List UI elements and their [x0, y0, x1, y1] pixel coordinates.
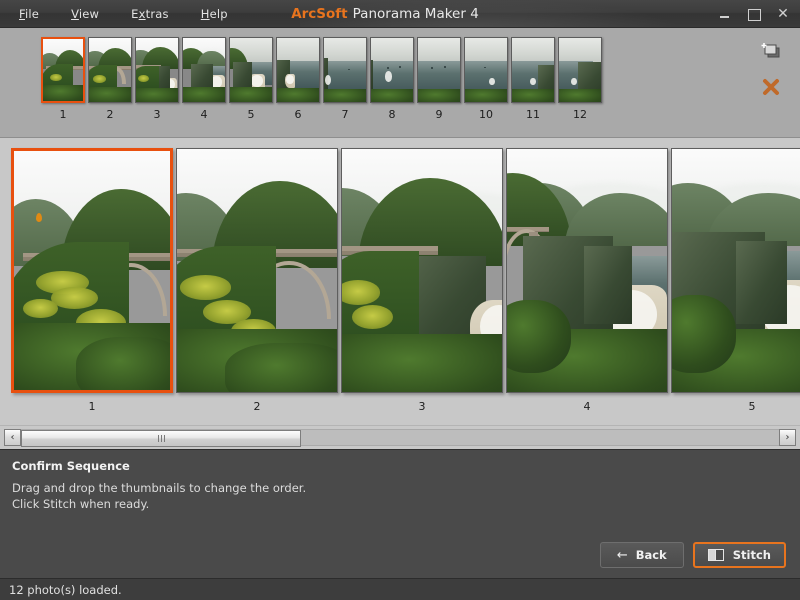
preview-image-5[interactable]: [671, 148, 800, 393]
preview-label-1: 1: [88, 400, 96, 413]
scroll-right-arrow-icon[interactable]: ›: [779, 429, 796, 446]
preview-item-1[interactable]: 1: [11, 148, 173, 413]
thumbnail-label-2: 2: [106, 108, 114, 121]
thumbnail-item-11[interactable]: 11: [511, 37, 555, 121]
thumbnail-image-3[interactable]: [135, 37, 179, 103]
thumbnail-label-8: 8: [388, 108, 396, 121]
menu-bar: File View Extras Help: [0, 5, 229, 23]
thumbnail-label-4: 4: [200, 108, 208, 121]
thumbnail-image-7[interactable]: [323, 37, 367, 103]
menu-extras-accel: x: [138, 6, 146, 21]
preview-item-4[interactable]: 4: [506, 148, 668, 413]
thumbnail-item-9[interactable]: 9: [417, 37, 461, 121]
thumbnail-label-7: 7: [341, 108, 349, 121]
thumbnail-image-11[interactable]: [511, 37, 555, 103]
instruction-line-1: Drag and drop the thumbnails to change t…: [12, 481, 307, 495]
menu-item-extras[interactable]: Extras: [130, 5, 170, 23]
menu-view-accel: V: [71, 6, 79, 21]
scrollbar-track[interactable]: [21, 429, 779, 447]
thumbnail-list: 1 2 3 4 5 6 7 8 9 10 11 12: [0, 28, 602, 121]
thumbnail-image-12[interactable]: [558, 37, 602, 103]
thumbnail-label-10: 10: [479, 108, 493, 121]
thumbnail-item-6[interactable]: 6: [276, 37, 320, 121]
status-bar: 12 photo(s) loaded.: [0, 578, 800, 600]
menu-file-rest: ile: [24, 6, 40, 21]
preview-image-2[interactable]: [176, 148, 338, 393]
thumbnail-label-12: 12: [573, 108, 587, 121]
thumbnail-item-4[interactable]: 4: [182, 37, 226, 121]
thumbnail-item-10[interactable]: 10: [464, 37, 508, 121]
scrollbar-grip-icon: [157, 435, 165, 442]
strip-tools: [760, 40, 782, 98]
close-icon[interactable]: ✕: [776, 7, 790, 21]
preview-area: 1 2 3 4 5: [0, 138, 800, 425]
menu-item-help[interactable]: Help: [200, 5, 229, 23]
thumbnail-label-1: 1: [59, 108, 67, 121]
thumbnail-image-10[interactable]: [464, 37, 508, 103]
thumbnail-image-6[interactable]: [276, 37, 320, 103]
thumbnail-item-3[interactable]: 3: [135, 37, 179, 121]
preview-item-3[interactable]: 3: [341, 148, 503, 413]
thumbnail-strip: 1 2 3 4 5 6 7 8 9 10 11 12: [0, 28, 800, 138]
thumbnail-image-8[interactable]: [370, 37, 414, 103]
thumbnail-image-4[interactable]: [182, 37, 226, 103]
thumbnail-item-5[interactable]: 5: [229, 37, 273, 121]
scroll-left-arrow-icon[interactable]: ‹: [4, 429, 21, 446]
preview-row: 1 2 3 4 5: [0, 148, 800, 413]
menu-help-accel: H: [200, 6, 210, 21]
menu-extras-pre: E: [131, 6, 139, 21]
brand-name: ArcSoft: [291, 5, 348, 22]
stitch-button-label: Stitch: [732, 548, 771, 562]
back-arrow-icon: ←: [616, 547, 628, 563]
back-button-label: Back: [635, 548, 667, 562]
minimize-icon[interactable]: [718, 7, 732, 21]
thumbnail-label-3: 3: [153, 108, 161, 121]
menu-help-rest: elp: [209, 6, 228, 21]
scrollbar-thumb[interactable]: [21, 430, 302, 447]
status-message: 12 photo(s) loaded.: [9, 582, 122, 597]
back-button[interactable]: ← Back: [599, 542, 684, 568]
app-name: Panorama Maker 4: [352, 5, 479, 22]
app-window: File View Extras Help ArcSoft Panorama M…: [0, 0, 800, 600]
stitch-icon: [707, 549, 725, 561]
thumbnail-label-6: 6: [294, 108, 302, 121]
instruction-panel: Confirm Sequence Drag and drop the thumb…: [0, 449, 800, 578]
preview-image-3[interactable]: [341, 148, 503, 393]
thumbnail-label-11: 11: [526, 108, 540, 121]
thumbnail-item-12[interactable]: 12: [558, 37, 602, 121]
remove-photo-icon[interactable]: [760, 76, 782, 98]
thumbnail-item-7[interactable]: 7: [323, 37, 367, 121]
action-bar: ← Back Stitch: [599, 542, 786, 568]
preview-item-5[interactable]: 5: [671, 148, 800, 413]
instruction-line-2: Click Stitch when ready.: [12, 497, 150, 511]
thumbnail-image-1[interactable]: [41, 37, 85, 103]
menu-item-file[interactable]: File: [18, 5, 40, 23]
thumbnail-image-2[interactable]: [88, 37, 132, 103]
menu-item-view[interactable]: View: [70, 5, 100, 23]
thumbnail-image-5[interactable]: [229, 37, 273, 103]
preview-label-5: 5: [748, 400, 756, 413]
thumbnail-image-9[interactable]: [417, 37, 461, 103]
thumbnail-label-9: 9: [435, 108, 443, 121]
preview-label-4: 4: [583, 400, 591, 413]
thumbnail-item-2[interactable]: 2: [88, 37, 132, 121]
title-bar[interactable]: File View Extras Help ArcSoft Panorama M…: [0, 0, 800, 28]
menu-extras-rest: tras: [145, 6, 169, 21]
add-photos-icon[interactable]: [760, 40, 782, 62]
panel-heading: Confirm Sequence: [12, 459, 130, 473]
maximize-icon[interactable]: [747, 7, 761, 21]
thumbnail-item-8[interactable]: 8: [370, 37, 414, 121]
preview-image-1[interactable]: [11, 148, 173, 393]
preview-image-4[interactable]: [506, 148, 668, 393]
preview-label-2: 2: [253, 400, 261, 413]
thumbnail-item-1[interactable]: 1: [41, 37, 85, 121]
preview-item-2[interactable]: 2: [176, 148, 338, 413]
stitch-button[interactable]: Stitch: [692, 542, 786, 568]
horizontal-scrollbar[interactable]: ‹ ›: [0, 425, 800, 449]
photo-marker-icon: [35, 213, 42, 223]
thumbnail-label-5: 5: [247, 108, 255, 121]
menu-view-rest: iew: [78, 6, 100, 21]
preview-label-3: 3: [418, 400, 426, 413]
window-controls: ✕: [718, 0, 790, 27]
